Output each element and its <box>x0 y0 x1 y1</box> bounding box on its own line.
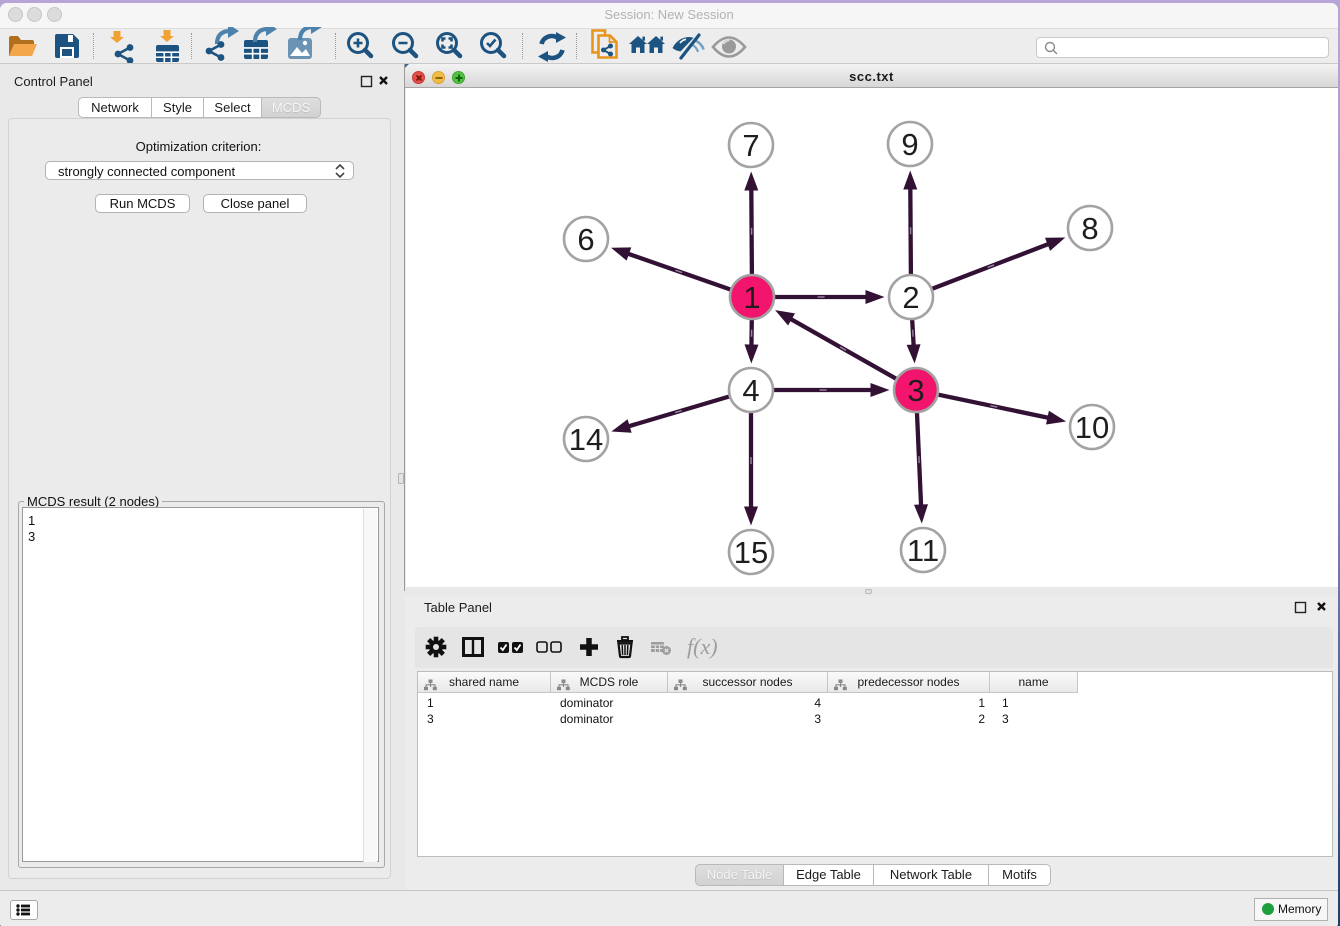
svg-text:3: 3 <box>907 373 924 408</box>
svg-text:15: 15 <box>734 535 768 570</box>
svg-text:4: 4 <box>742 373 759 408</box>
svg-text:1: 1 <box>743 280 760 315</box>
svg-text:10: 10 <box>1075 410 1109 445</box>
svg-text:11: 11 <box>907 533 939 568</box>
svg-text:7: 7 <box>742 128 759 163</box>
svg-text:8: 8 <box>1081 211 1098 246</box>
svg-text:14: 14 <box>569 422 603 457</box>
svg-text:2: 2 <box>902 280 919 315</box>
svg-text:9: 9 <box>901 127 918 162</box>
svg-text:6: 6 <box>577 222 594 257</box>
